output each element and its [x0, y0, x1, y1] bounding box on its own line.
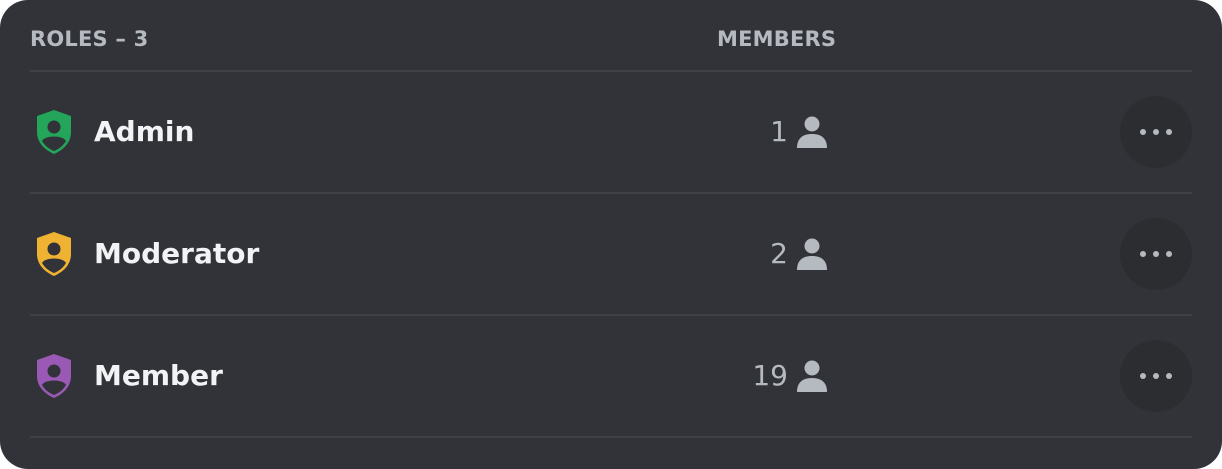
- role-row-member[interactable]: Member 19: [30, 316, 1192, 438]
- members-column-header: MEMBERS: [717, 27, 837, 51]
- role-name: Member: [94, 359, 223, 392]
- more-options-icon: [1140, 373, 1172, 379]
- role-members-count[interactable]: 1: [770, 112, 830, 152]
- person-icon: [797, 360, 827, 392]
- role-row-admin[interactable]: Admin 1: [30, 72, 1192, 194]
- role-row-moderator[interactable]: Moderator 2: [30, 194, 1192, 316]
- more-options-button[interactable]: [1120, 340, 1192, 412]
- role-members-count[interactable]: 2: [770, 234, 830, 274]
- member-count: 1: [770, 115, 788, 148]
- person-icon: [797, 116, 827, 148]
- roles-count-header: ROLES – 3: [30, 27, 149, 51]
- roles-table-header: ROLES – 3 MEMBERS: [30, 0, 1192, 72]
- roles-panel: ROLES – 3 MEMBERS Admin 1 Moderator 2 Me…: [0, 0, 1222, 469]
- member-count: 19: [752, 359, 788, 392]
- more-options-icon: [1140, 129, 1172, 135]
- role-shield-icon: [37, 232, 71, 276]
- role-name: Admin: [94, 115, 195, 148]
- member-count: 2: [770, 237, 788, 270]
- person-icon: [797, 238, 827, 270]
- more-options-icon: [1140, 251, 1172, 257]
- role-name: Moderator: [94, 237, 260, 270]
- more-options-button[interactable]: [1120, 218, 1192, 290]
- role-shield-icon: [37, 110, 71, 154]
- more-options-button[interactable]: [1120, 96, 1192, 168]
- role-shield-icon: [37, 354, 71, 398]
- role-members-count[interactable]: 19: [752, 356, 830, 396]
